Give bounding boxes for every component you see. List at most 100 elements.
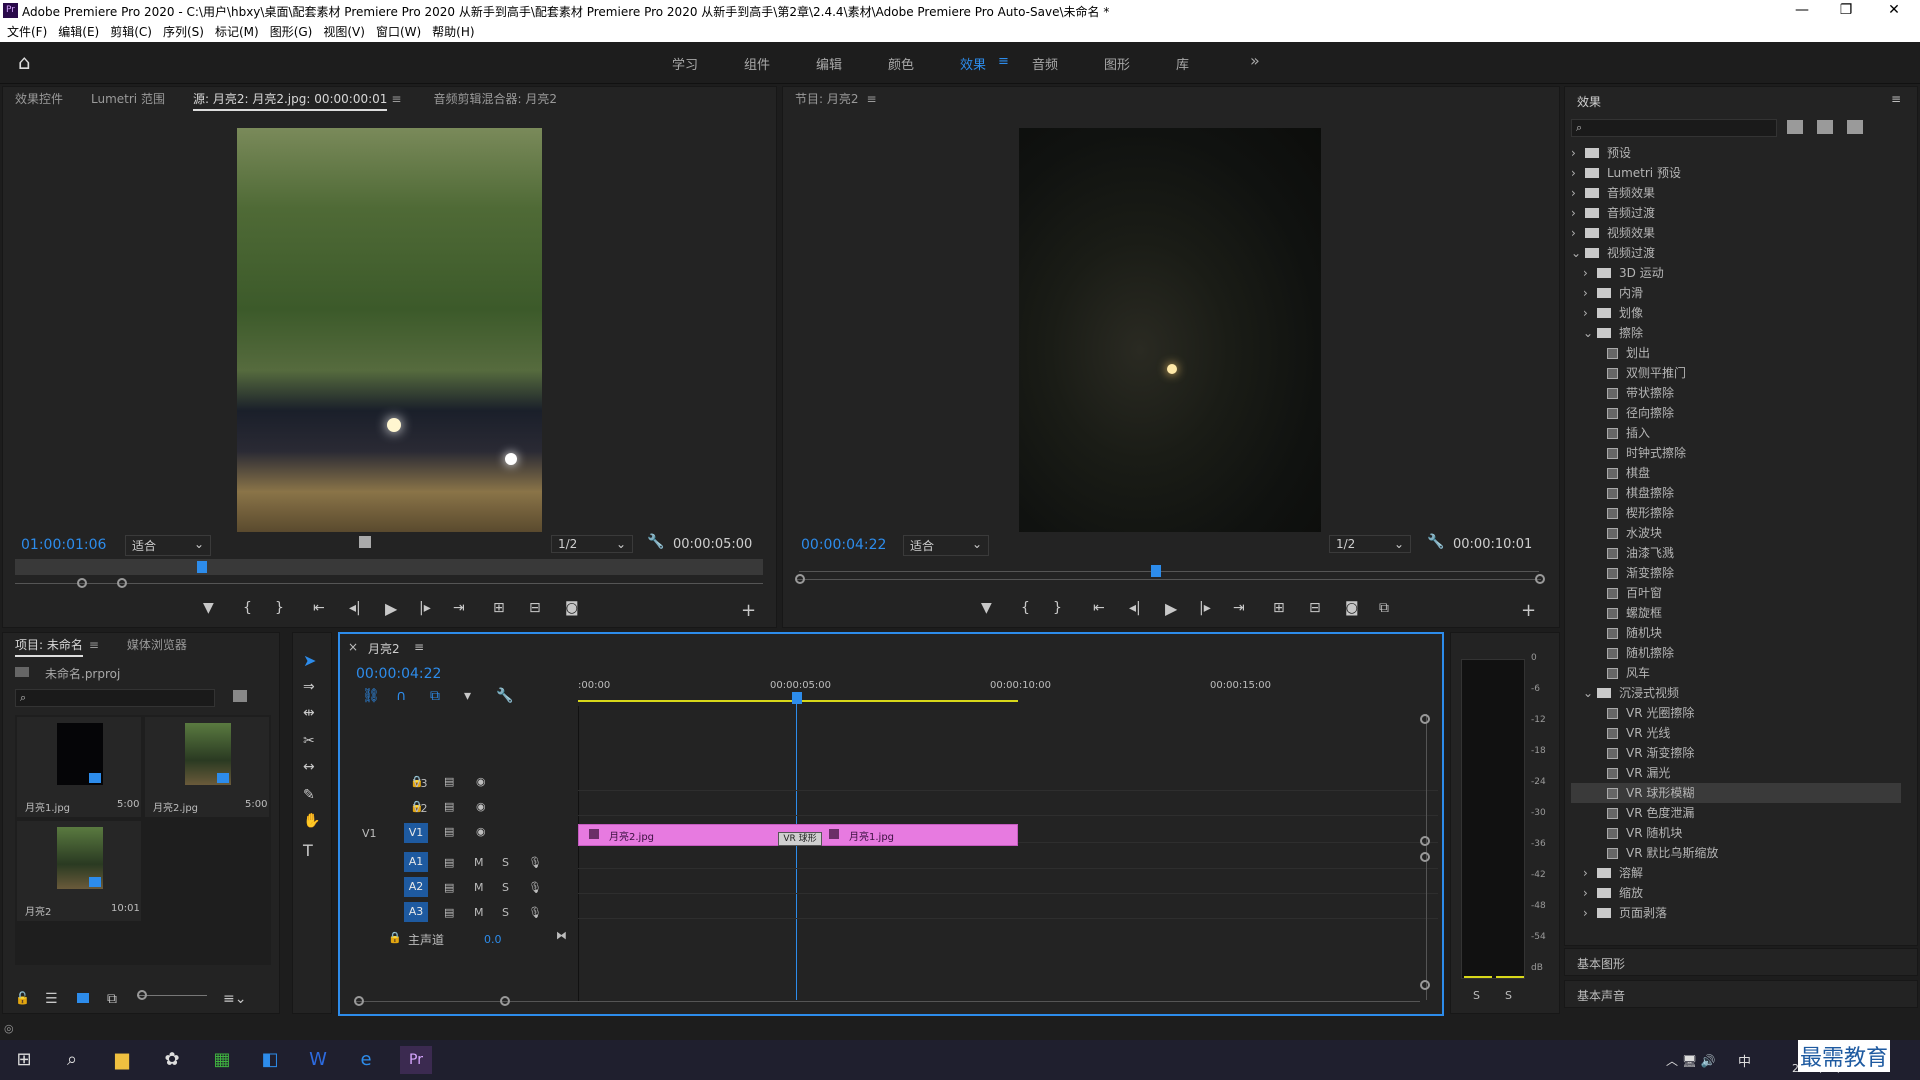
- wrench-icon[interactable]: 🔧: [1427, 534, 1444, 550]
- chevron-right-icon[interactable]: ›: [1571, 163, 1585, 183]
- yuv-effects-icon[interactable]: [1847, 120, 1863, 134]
- effects-panel-menu-icon[interactable]: ≡: [1891, 92, 1901, 106]
- effects-tree-item[interactable]: › 划像: [1571, 303, 1901, 323]
- tab-program[interactable]: 节目: 月亮2: [795, 92, 859, 106]
- timeline-settings-wrench-icon[interactable]: 🔧: [496, 688, 513, 704]
- chevron-right-icon[interactable]: ›: [1583, 303, 1597, 323]
- solo-left-button[interactable]: S: [1473, 989, 1480, 1002]
- program-zoom-bar[interactable]: [797, 579, 1541, 580]
- input-language[interactable]: 中: [1738, 1051, 1751, 1070]
- lift-icon[interactable]: ⊞: [1273, 600, 1285, 616]
- step-back-icon[interactable]: ◂|: [1129, 600, 1141, 616]
- icon-view-icon[interactable]: [77, 993, 89, 1003]
- menu-help[interactable]: 帮助(H): [432, 22, 474, 42]
- chevron-down-icon[interactable]: ⌄: [1583, 323, 1597, 343]
- safe-margins-icon[interactable]: [359, 536, 371, 548]
- effects-tree-item[interactable]: › 页面剥落: [1571, 903, 1901, 923]
- effects-tree-item[interactable]: VR 漏光: [1571, 763, 1901, 783]
- zoom-handle-right[interactable]: [500, 996, 510, 1006]
- extract-icon[interactable]: ⊟: [1309, 600, 1321, 616]
- effects-tree-item[interactable]: VR 球形模糊: [1571, 783, 1901, 803]
- go-to-in-icon[interactable]: ⇤: [1093, 600, 1105, 616]
- tab-effect-controls[interactable]: 效果控件: [15, 92, 63, 106]
- effects-tree-item[interactable]: VR 默比乌斯缩放: [1571, 843, 1901, 863]
- timeline-playhead[interactable]: [792, 692, 802, 704]
- program-zoom-handle-left[interactable]: [795, 574, 805, 584]
- chevron-right-icon[interactable]: ›: [1571, 143, 1585, 163]
- mute-button[interactable]: M: [474, 856, 484, 869]
- workspace-menu-icon[interactable]: ≡: [998, 54, 1009, 69]
- effects-tree-item[interactable]: 油漆飞溅: [1571, 543, 1901, 563]
- project-item[interactable]: 月亮1.jpg 5:00: [17, 717, 141, 817]
- project-search-input[interactable]: ⌕: [15, 689, 215, 707]
- mark-out-icon[interactable]: }: [275, 600, 284, 616]
- effects-tree-item[interactable]: 百叶窗: [1571, 583, 1901, 603]
- workspace-color[interactable]: 颜色: [888, 54, 914, 73]
- effects-tree-item[interactable]: VR 光线: [1571, 723, 1901, 743]
- chevron-right-icon[interactable]: ›: [1583, 863, 1597, 883]
- effects-tree-item[interactable]: › 视频效果: [1571, 223, 1901, 243]
- step-forward-icon[interactable]: |▸: [1199, 600, 1211, 616]
- scroll-handle[interactable]: [1420, 852, 1430, 862]
- effects-search-input[interactable]: ⌕: [1571, 119, 1777, 137]
- track-lock-icon[interactable]: 🔒: [388, 931, 402, 944]
- pen-tool-icon[interactable]: ✎: [303, 787, 315, 803]
- tab-project[interactable]: 项目: 未命名: [15, 638, 83, 657]
- new-search-bin-icon[interactable]: [233, 690, 247, 702]
- project-item[interactable]: 月亮2 10:01: [17, 821, 141, 921]
- master-end-icon[interactable]: ⧓: [556, 929, 567, 942]
- solo-button[interactable]: S: [502, 856, 509, 869]
- mic-icon[interactable]: 🎙: [528, 856, 542, 869]
- premiere-taskbar-icon[interactable]: Pr: [400, 1046, 432, 1074]
- tray-icons[interactable]: ︿ 🖥 🔊: [1666, 1052, 1716, 1069]
- effects-tree-item[interactable]: 棋盘: [1571, 463, 1901, 483]
- effects-tree-item[interactable]: 径向擦除: [1571, 403, 1901, 423]
- slider-handle[interactable]: [137, 990, 147, 1000]
- nest-toggle-icon[interactable]: ⛓: [362, 688, 380, 704]
- source-playhead[interactable]: [197, 561, 207, 573]
- workspace-graphics[interactable]: 图形: [1104, 54, 1130, 73]
- program-resolution-select[interactable]: 1/2 ⌄: [1329, 535, 1411, 553]
- chevron-right-icon[interactable]: ›: [1571, 183, 1585, 203]
- track-select-tool-icon[interactable]: ⇒: [303, 679, 315, 695]
- sync-lock-icon[interactable]: ▤: [444, 825, 454, 838]
- basic-sound-panel[interactable]: 基本声音: [1564, 980, 1918, 1008]
- effects-tree-item[interactable]: › 内滑: [1571, 283, 1901, 303]
- wrench-icon[interactable]: 🔧: [647, 534, 664, 550]
- effects-tree-item[interactable]: › 音频效果: [1571, 183, 1901, 203]
- effects-tree-item[interactable]: 楔形擦除: [1571, 503, 1901, 523]
- effects-tree-item[interactable]: 时钟式擦除: [1571, 443, 1901, 463]
- menu-sequence[interactable]: 序列(S): [163, 22, 204, 42]
- selection-tool-icon[interactable]: ➤: [303, 651, 316, 670]
- program-zoom-select[interactable]: 适合 ⌄: [903, 535, 989, 556]
- minimize-button[interactable]: —: [1782, 2, 1822, 18]
- slip-tool-icon[interactable]: ↔: [303, 759, 315, 775]
- effects-tree-item[interactable]: › 预设: [1571, 143, 1901, 163]
- solo-button[interactable]: S: [502, 906, 509, 919]
- chevron-right-icon[interactable]: ›: [1571, 223, 1585, 243]
- effects-tree-item[interactable]: VR 随机块: [1571, 823, 1901, 843]
- add-marker-icon[interactable]: ▼: [981, 600, 992, 616]
- effects-tree-item[interactable]: › Lumetri 预设: [1571, 163, 1901, 183]
- app-icon[interactable]: ▦: [206, 1046, 238, 1074]
- type-tool-icon[interactable]: T: [303, 841, 313, 860]
- workspace-learn[interactable]: 学习: [672, 54, 698, 73]
- project-item[interactable]: 月亮2.jpg 5:00: [145, 717, 269, 817]
- go-to-out-icon[interactable]: ⇥: [453, 600, 465, 616]
- workspace-effects[interactable]: 效果: [960, 54, 986, 73]
- eye-icon[interactable]: ◉: [476, 825, 486, 838]
- windows-start-icon[interactable]: ⊞: [8, 1046, 40, 1074]
- edge-icon[interactable]: e: [350, 1046, 382, 1074]
- effects-tree-item[interactable]: › 3D 运动: [1571, 263, 1901, 283]
- export-frame-icon[interactable]: ◙: [565, 600, 579, 616]
- eye-icon[interactable]: ◉: [476, 775, 486, 788]
- word-icon[interactable]: W: [302, 1046, 334, 1074]
- chevron-right-icon[interactable]: ›: [1583, 903, 1597, 923]
- snap-icon[interactable]: ∩: [396, 688, 406, 704]
- program-add-button-icon[interactable]: +: [1521, 600, 1536, 621]
- track-name-v2[interactable]: V2: [413, 802, 428, 815]
- source-resolution-select[interactable]: 1/2 ⌄: [551, 535, 633, 553]
- effects-tree-item[interactable]: 水波块: [1571, 523, 1901, 543]
- track-target-a3[interactable]: A3: [404, 902, 428, 922]
- timeline-ruler[interactable]: :00:00 00:00:05:00 00:00:10:00 00:00:15:…: [578, 680, 1438, 704]
